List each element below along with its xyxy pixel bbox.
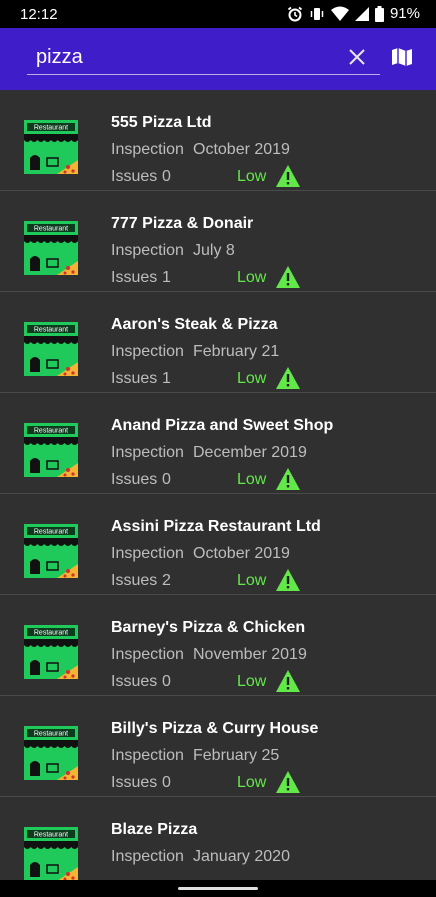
signal-icon bbox=[354, 6, 369, 21]
warning-triangle-icon bbox=[276, 569, 300, 591]
app-bar: pizza bbox=[0, 28, 436, 90]
warning-triangle-icon bbox=[276, 670, 300, 692]
restaurant-name: Aaron's Steak & Pizza bbox=[111, 316, 278, 333]
hazard-level: Low bbox=[237, 168, 267, 185]
list-item[interactable]: Restaurant 777 Pizza & Donair Inspection Ju… bbox=[0, 191, 436, 292]
search-input[interactable]: pizza bbox=[27, 42, 380, 75]
restaurant-name: Billy's Pizza & Curry House bbox=[111, 720, 319, 737]
restaurant-storefront-icon: Restaurant bbox=[24, 524, 78, 578]
inspection-label: Inspection bbox=[111, 141, 184, 158]
restaurant-sign-text: Restaurant bbox=[34, 428, 68, 435]
inspection-label: Inspection bbox=[111, 343, 184, 360]
list-item[interactable]: Restaurant 555 Pizza Ltd Inspection October… bbox=[0, 90, 436, 191]
hazard-level: Low bbox=[237, 269, 267, 286]
status-time: 12:12 bbox=[20, 6, 58, 23]
issues-label: Issues bbox=[111, 673, 158, 690]
issues-label: Issues bbox=[111, 269, 158, 286]
close-icon[interactable] bbox=[346, 46, 368, 68]
restaurant-list[interactable]: Restaurant 555 Pizza Ltd Inspection October… bbox=[0, 90, 436, 880]
inspection-date: February 25 bbox=[193, 747, 280, 764]
restaurant-storefront-icon: Restaurant bbox=[24, 221, 78, 275]
hazard-level: Low bbox=[237, 673, 267, 690]
restaurant-sign-text: Restaurant bbox=[34, 226, 68, 233]
list-item[interactable]: Restaurant Aaron's Steak & Pizza Inspectio… bbox=[0, 292, 436, 393]
inspection-date: November 2019 bbox=[193, 646, 307, 663]
inspection-date: January 2020 bbox=[193, 848, 290, 865]
restaurant-sign-text: Restaurant bbox=[34, 529, 68, 536]
issues-count: 0 bbox=[162, 673, 171, 690]
restaurant-name: 777 Pizza & Donair bbox=[111, 215, 254, 232]
issues-count: 0 bbox=[162, 168, 171, 185]
home-handle[interactable] bbox=[178, 887, 258, 890]
hazard-level: Low bbox=[237, 471, 267, 488]
status-bar: 12:12 91% bbox=[0, 0, 436, 28]
hazard-level: Low bbox=[237, 572, 267, 589]
inspection-label: Inspection bbox=[111, 545, 184, 562]
inspection-label: Inspection bbox=[111, 747, 184, 764]
inspection-label: Inspection bbox=[111, 646, 184, 663]
warning-triangle-icon bbox=[276, 165, 300, 187]
warning-triangle-icon bbox=[276, 468, 300, 490]
list-item[interactable]: Restaurant Anand Pizza and Sweet Shop Insp… bbox=[0, 393, 436, 494]
restaurant-sign-text: Restaurant bbox=[34, 327, 68, 334]
inspection-date: October 2019 bbox=[193, 141, 290, 158]
hazard-level: Low bbox=[237, 774, 267, 791]
vibrate-icon bbox=[310, 7, 324, 20]
inspection-date: December 2019 bbox=[193, 444, 307, 461]
restaurant-storefront-icon: Restaurant bbox=[24, 827, 78, 880]
restaurant-storefront-icon: Restaurant bbox=[24, 423, 78, 477]
hazard-level: Low bbox=[237, 370, 267, 387]
list-item[interactable]: Restaurant Blaze Pizza Inspection January 2… bbox=[0, 797, 436, 880]
issues-label: Issues bbox=[111, 168, 158, 185]
restaurant-name: 555 Pizza Ltd bbox=[111, 114, 212, 131]
restaurant-sign-text: Restaurant bbox=[34, 832, 68, 839]
issues-count: 0 bbox=[162, 774, 171, 791]
inspection-label: Inspection bbox=[111, 444, 184, 461]
issues-count: 1 bbox=[162, 269, 171, 286]
warning-triangle-icon bbox=[276, 266, 300, 288]
restaurant-name: Blaze Pizza bbox=[111, 821, 198, 838]
inspection-date: October 2019 bbox=[193, 545, 290, 562]
issues-label: Issues bbox=[111, 774, 158, 791]
restaurant-sign-text: Restaurant bbox=[34, 125, 68, 132]
inspection-date: February 21 bbox=[193, 343, 280, 360]
restaurant-name: Anand Pizza and Sweet Shop bbox=[111, 417, 334, 434]
inspection-label: Inspection bbox=[111, 848, 184, 865]
list-item[interactable]: Restaurant Assini Pizza Restaurant Ltd Ins… bbox=[0, 494, 436, 595]
battery-percent: 91% bbox=[389, 5, 420, 22]
restaurant-name: Barney's Pizza & Chicken bbox=[111, 619, 306, 636]
list-item[interactable]: Restaurant Barney's Pizza & Chicken Inspec… bbox=[0, 595, 436, 696]
restaurant-name: Assini Pizza Restaurant Ltd bbox=[111, 518, 321, 535]
alarm-icon bbox=[287, 6, 303, 21]
restaurant-storefront-icon: Restaurant bbox=[24, 726, 78, 780]
inspection-date: July 8 bbox=[193, 242, 235, 259]
issues-count: 1 bbox=[162, 370, 171, 387]
issues-count: 0 bbox=[162, 471, 171, 488]
wifi-icon bbox=[330, 6, 349, 21]
warning-triangle-icon bbox=[276, 771, 300, 793]
restaurant-storefront-icon: Restaurant bbox=[24, 625, 78, 679]
issues-label: Issues bbox=[111, 572, 158, 589]
status-icons: 91% bbox=[287, 5, 420, 22]
battery-icon bbox=[374, 5, 384, 22]
restaurant-storefront-icon: Restaurant bbox=[24, 322, 78, 376]
navigation-bar bbox=[0, 880, 436, 897]
list-item[interactable]: Restaurant Billy's Pizza & Curry House Ins… bbox=[0, 696, 436, 797]
warning-triangle-icon bbox=[276, 367, 300, 389]
search-query[interactable]: pizza bbox=[36, 46, 83, 69]
issues-label: Issues bbox=[111, 370, 158, 387]
inspection-label: Inspection bbox=[111, 242, 184, 259]
map-icon[interactable] bbox=[390, 45, 414, 69]
restaurant-sign-text: Restaurant bbox=[34, 630, 68, 637]
issues-count: 2 bbox=[162, 572, 171, 589]
restaurant-sign-text: Restaurant bbox=[34, 731, 68, 738]
restaurant-storefront-icon: Restaurant bbox=[24, 120, 78, 174]
issues-label: Issues bbox=[111, 471, 158, 488]
